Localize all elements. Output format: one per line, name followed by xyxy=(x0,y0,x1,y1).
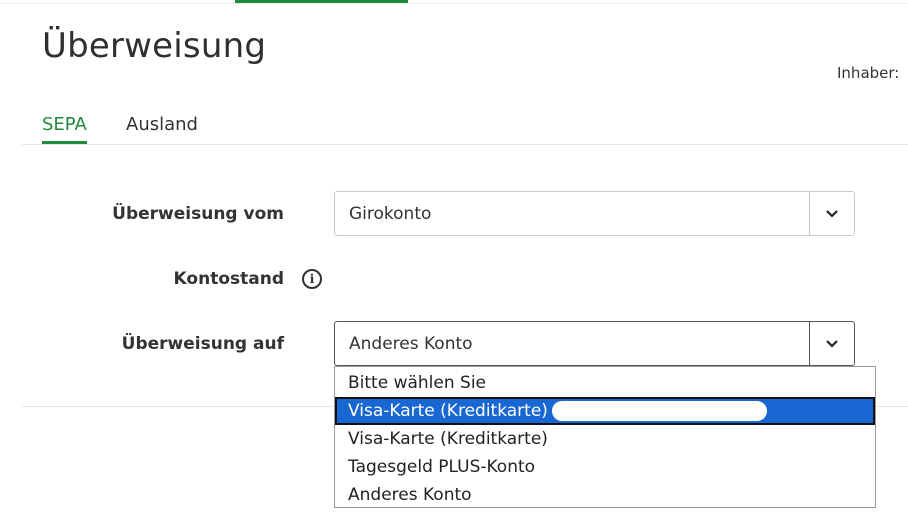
info-icon[interactable]: i xyxy=(302,269,322,289)
chevron-down-icon xyxy=(826,339,838,348)
tab-ausland[interactable]: Ausland xyxy=(126,114,198,141)
to-account-label: Überweisung auf xyxy=(121,334,284,354)
balance-label: Kontostand xyxy=(173,269,284,289)
option-please-select[interactable]: Bitte wählen Sie xyxy=(335,369,875,397)
from-account-select[interactable]: Girokonto xyxy=(334,191,855,236)
option-visa-card-highlighted[interactable]: Visa-Karte (Kreditkarte) xyxy=(335,397,875,425)
redacted-account-number xyxy=(551,401,767,421)
to-account-options-list: Bitte wählen Sie Visa-Karte (Kreditkarte… xyxy=(334,366,876,508)
from-account-label: Überweisung vom xyxy=(112,204,284,224)
tab-sepa[interactable]: SEPA xyxy=(42,114,87,144)
option-label: Visa-Karte (Kreditkarte) xyxy=(348,401,548,421)
to-account-dropdown-toggle[interactable] xyxy=(809,322,854,365)
tabs-divider xyxy=(22,144,908,145)
from-account-value: Girokonto xyxy=(349,204,432,224)
to-account-value: Anderes Konto xyxy=(349,334,473,354)
from-account-dropdown-toggle[interactable] xyxy=(809,192,854,235)
chevron-down-icon xyxy=(826,209,838,218)
owner-label: Inhaber: xyxy=(837,64,900,82)
option-visa-card[interactable]: Visa-Karte (Kreditkarte) xyxy=(335,425,875,453)
page-title: Überweisung xyxy=(42,26,267,66)
top-divider xyxy=(0,3,908,4)
option-other-account[interactable]: Anderes Konto xyxy=(335,481,875,509)
option-tagesgeld-plus[interactable]: Tagesgeld PLUS-Konto xyxy=(335,453,875,481)
to-account-select[interactable]: Anderes Konto xyxy=(334,321,855,366)
